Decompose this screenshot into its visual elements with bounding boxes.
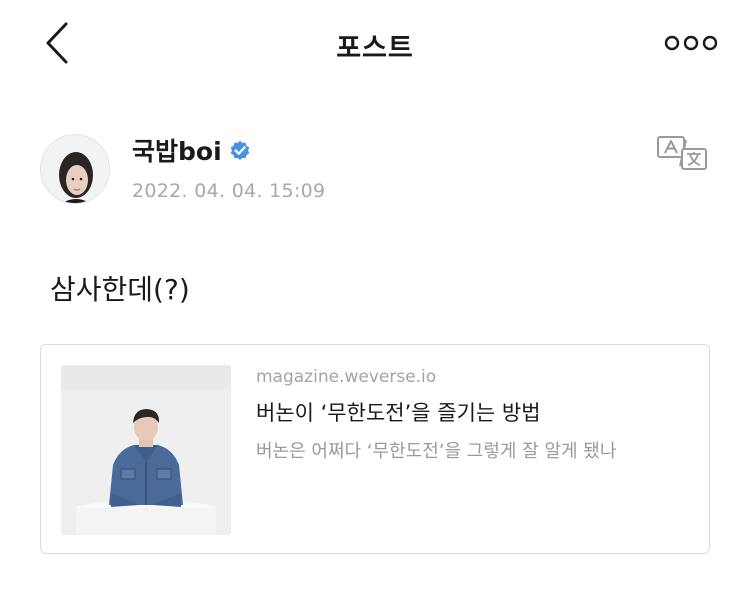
- translate-icon: [657, 136, 707, 170]
- post-body-text: 삼사한데(?): [50, 273, 190, 306]
- card-thumbnail: [61, 365, 231, 535]
- post-screen: 포스트 국밥boi 2022. 04. 04. 15:09 삼사한데(?) ma…: [0, 0, 750, 592]
- more-options-button[interactable]: [664, 32, 718, 54]
- top-navigation-bar: 포스트: [0, 0, 750, 88]
- author-name[interactable]: 국밥boi: [132, 132, 252, 168]
- more-horizontal-icon: [664, 35, 718, 51]
- author-avatar[interactable]: [40, 134, 110, 204]
- card-domain: magazine.weverse.io: [256, 367, 437, 387]
- author-name-text: 국밥boi: [132, 137, 222, 166]
- card-description: 버논은 어쩌다 ‘무한도전’을 그렇게 잘 알게 됐나: [256, 441, 617, 462]
- translate-button[interactable]: [656, 135, 708, 171]
- user-avatar: [41, 135, 109, 203]
- verified-badge-icon: [230, 140, 249, 160]
- page-title: 포스트: [336, 33, 414, 64]
- post-timestamp: 2022. 04. 04. 15:09: [132, 180, 326, 202]
- article-thumbnail: [61, 365, 231, 535]
- card-title: 버논이 ‘무한도전’을 즐기는 방법: [256, 401, 541, 425]
- link-preview-card[interactable]: magazine.weverse.io 버논이 ‘무한도전’을 즐기는 방법 버…: [40, 344, 710, 554]
